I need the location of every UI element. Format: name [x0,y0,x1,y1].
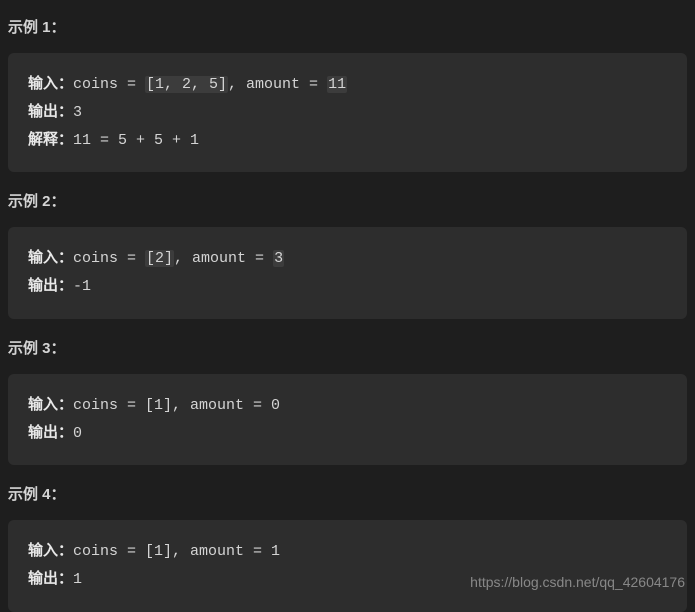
code-highlight: [1, 2, 5] [145,76,228,93]
code-label: 输入： [28,76,73,93]
code-text: coins = [1], amount = 1 [73,543,280,560]
example-title: 示例 3： [8,333,687,366]
code-label: 输入： [28,543,73,560]
code-label: 输出： [28,425,73,442]
example-title: 示例 4： [8,479,687,512]
watermark: https://blog.csdn.net/qq_42604176 [470,574,685,590]
example-title: 示例 2： [8,186,687,219]
code-label: 输入： [28,250,73,267]
code-text: coins = [73,250,145,267]
code-highlight: [2] [145,250,174,267]
code-line: 输出：-1 [28,273,667,301]
code-line: 输入：coins = [1, 2, 5], amount = 11 [28,71,667,99]
code-block: 输入：coins = [2], amount = 3 输出：-1 [8,227,687,319]
code-line: 输入：coins = [1], amount = 1 [28,538,667,566]
code-highlight: 3 [273,250,284,267]
code-text: -1 [73,278,91,295]
examples-container: 示例 1： 输入：coins = [1, 2, 5], amount = 11 … [0,0,695,612]
code-line: 解释：11 = 5 + 5 + 1 [28,127,667,155]
code-line: 输出：0 [28,420,667,448]
code-label: 输入： [28,397,73,414]
code-text: coins = [73,76,145,93]
code-text: 11 = 5 + 5 + 1 [73,132,199,149]
code-text: 3 [73,104,82,121]
code-block: 输入：coins = [1, 2, 5], amount = 11 输出：3 解… [8,53,687,172]
code-label: 输出： [28,104,73,121]
code-text: 1 [73,571,82,588]
code-text: 0 [73,425,82,442]
code-block: 输入：coins = [1], amount = 1 输出：1 [8,520,687,612]
example-title: 示例 1： [8,12,687,45]
code-line: 输入：coins = [2], amount = 3 [28,245,667,273]
code-label: 输出： [28,278,73,295]
code-highlight: 11 [327,76,347,93]
code-line: 输入：coins = [1], amount = 0 [28,392,667,420]
code-block: 输入：coins = [1], amount = 0 输出：0 [8,374,687,466]
code-line: 输出：3 [28,99,667,127]
code-text: , amount = [174,250,273,267]
code-label: 解释： [28,132,73,149]
code-text: coins = [1], amount = 0 [73,397,280,414]
code-text: , amount = [228,76,327,93]
code-label: 输出： [28,571,73,588]
